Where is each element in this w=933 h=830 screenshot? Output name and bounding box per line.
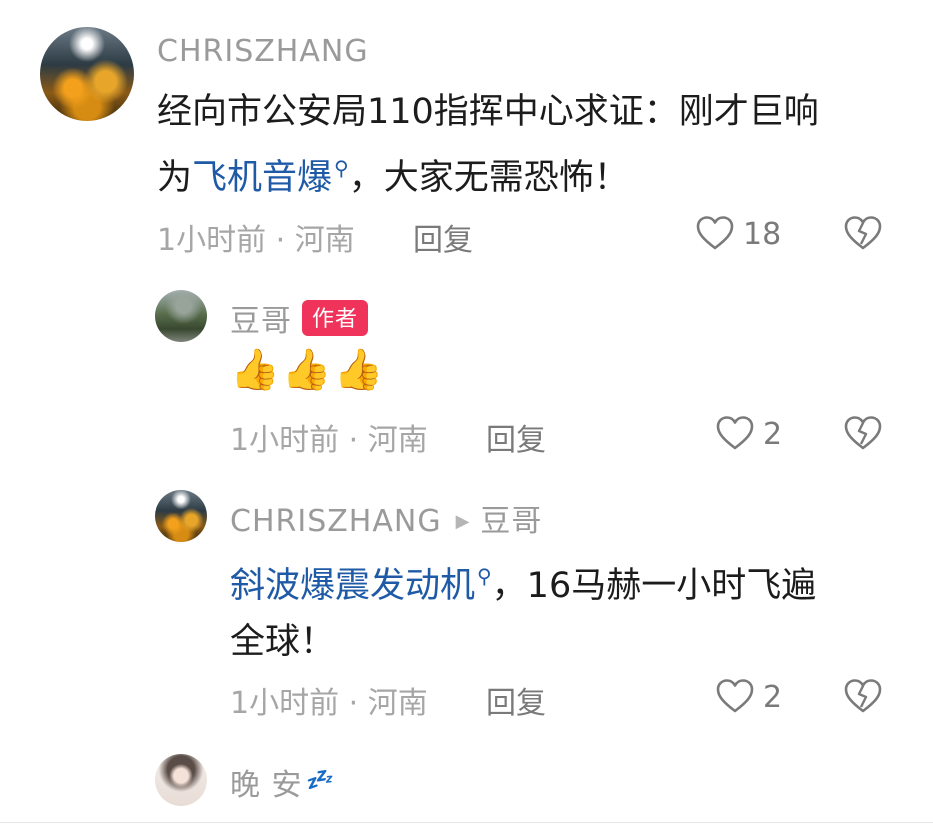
search-link[interactable]: 飞机音爆 xyxy=(192,158,332,198)
like-button[interactable]: 2 xyxy=(715,677,782,717)
comment-text-suffix: ，大家无需恐怖！ xyxy=(348,158,629,198)
like-count: 2 xyxy=(763,679,783,715)
avatar[interactable] xyxy=(155,754,207,806)
like-count: 18 xyxy=(743,216,782,252)
reply-username[interactable]: 豆哥 作者 xyxy=(230,296,369,340)
username-text: CHRISZHANG xyxy=(230,504,442,539)
search-mark-icon: ⚲ xyxy=(334,156,349,180)
heart-outline-icon xyxy=(716,416,754,450)
avatar[interactable] xyxy=(155,290,207,342)
thumbs-up-emoji: 👍 xyxy=(230,347,280,393)
reply-to-username[interactable]: 豆哥 xyxy=(480,504,542,539)
like-button[interactable]: 18 xyxy=(695,214,781,254)
reply-content: 斜波爆震发动机 ⚲，16马赫一小时飞遍 全球！ xyxy=(230,548,816,670)
username-text: 豆哥 xyxy=(230,304,292,339)
avatar[interactable] xyxy=(155,490,207,542)
search-mark-icon: ⚲ xyxy=(477,564,492,588)
like-button[interactable]: 2 xyxy=(715,414,782,454)
heart-outline-icon xyxy=(716,679,754,713)
triangle-right-icon: ▶ xyxy=(455,511,471,532)
comment-content: 经向市公安局110指挥中心求证：刚才巨响 为飞机音爆 ⚲，大家无需恐怖！ xyxy=(157,84,819,206)
reply-username[interactable]: CHRISZHANG ▶ 豆哥 xyxy=(230,496,542,540)
comment-username[interactable]: CHRISZHANG xyxy=(157,34,369,69)
broken-heart-icon[interactable] xyxy=(842,677,884,717)
reply-text: ，16马赫一小时飞遍 xyxy=(491,566,817,606)
comment-text-line2: 为 xyxy=(157,158,193,198)
thumbs-up-emoji: 👍 xyxy=(281,347,332,393)
reply-button[interactable]: 回复 xyxy=(413,215,473,259)
reply-content: 👍 👍 👍 xyxy=(230,346,383,393)
reply-meta: 1小时前 · 河南 xyxy=(230,423,428,458)
broken-heart-icon[interactable] xyxy=(842,214,884,254)
search-link[interactable]: 斜波爆震发动机 xyxy=(230,566,475,606)
reply-text-line2: 全球！ xyxy=(230,622,336,662)
heart-outline-icon xyxy=(696,216,734,250)
sleep-emoji: 💤 xyxy=(304,768,332,793)
thumbs-up-emoji: 👍 xyxy=(333,347,384,393)
broken-heart-icon[interactable] xyxy=(842,414,884,454)
reply-button[interactable]: 回复 xyxy=(486,678,546,722)
comment-meta: 1小时前 · 河南 xyxy=(157,223,355,258)
like-count: 2 xyxy=(763,416,783,452)
reply-button[interactable]: 回复 xyxy=(486,415,546,459)
avatar[interactable] xyxy=(40,27,134,121)
username-text: 晚 安 xyxy=(230,768,303,803)
divider xyxy=(0,822,933,823)
comment-text: 经向市公安局110指挥中心求证：刚才巨响 xyxy=(157,92,819,132)
reply-username[interactable]: 晚 安💤 xyxy=(230,760,332,804)
reply-meta: 1小时前 · 河南 xyxy=(230,686,428,721)
author-badge: 作者 xyxy=(302,300,369,336)
